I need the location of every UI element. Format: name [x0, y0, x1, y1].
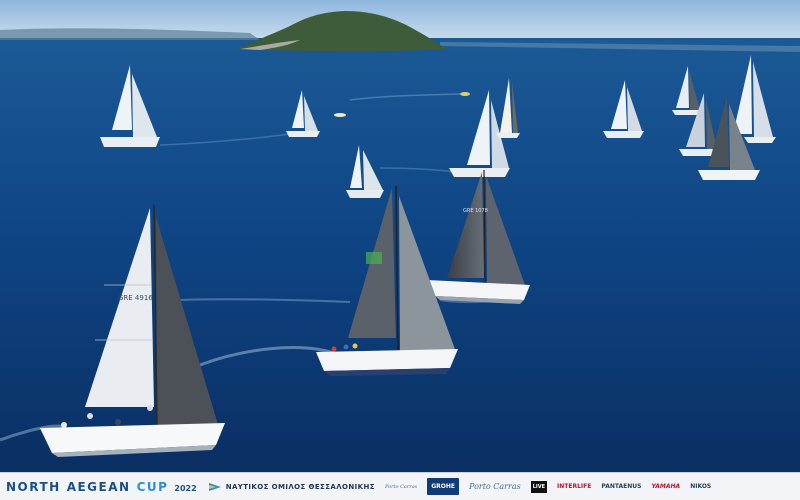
sponsor-grohe: GROHE — [427, 478, 460, 495]
sponsor-strip: Porto Carras GROHE Porto Carras LIVE INT… — [385, 478, 711, 495]
sponsor-porto-carras-small: Porto Carras — [384, 483, 418, 490]
event-word-cup: CUP — [136, 479, 169, 494]
club-flag-icon — [208, 482, 221, 491]
sail-number-front: GRE 4916 — [118, 294, 153, 302]
club-name: ΝΑΥΤΙΚΟΣ ΟΜΙΛΟΣ ΘΕΣΣΑΛΟΝΙΚΗΣ — [208, 482, 375, 491]
sailing-regatta-photo: GRE 1078 GRE 4916 — [0, 0, 800, 472]
event-year: 2022 — [174, 483, 197, 493]
motorboat — [334, 113, 346, 117]
scene: GRE 1078 GRE 4916 NORTH AEGEAN CUP 2022 … — [0, 0, 800, 500]
sponsor-yamaha: YAMAHA — [651, 483, 681, 490]
sponsor-nikos: NIKOS — [690, 483, 712, 490]
sponsor-interlife: INTERLIFE — [557, 483, 592, 490]
sail-number-rear: GRE 1078 — [463, 208, 488, 214]
motorboat — [460, 92, 470, 96]
event-word-aegean: AEGEAN — [66, 479, 131, 494]
sponsor-porto-carras: Porto Carras — [469, 482, 521, 491]
event-title: NORTH AEGEAN CUP 2022 — [6, 480, 197, 494]
club-name-text: ΝΑΥΤΙΚΟΣ ΟΜΙΛΟΣ ΘΕΣΣΑΛΟΝΙΚΗΣ — [225, 482, 375, 491]
sponsor-live: LIVE — [530, 480, 548, 493]
sponsor-pantaenus: PANTAENUS — [601, 483, 642, 490]
event-word-north: NORTH — [6, 479, 61, 494]
event-banner: NORTH AEGEAN CUP 2022 ΝΑΥΤΙΚΟΣ ΟΜΙΛΟΣ ΘΕ… — [0, 472, 800, 500]
